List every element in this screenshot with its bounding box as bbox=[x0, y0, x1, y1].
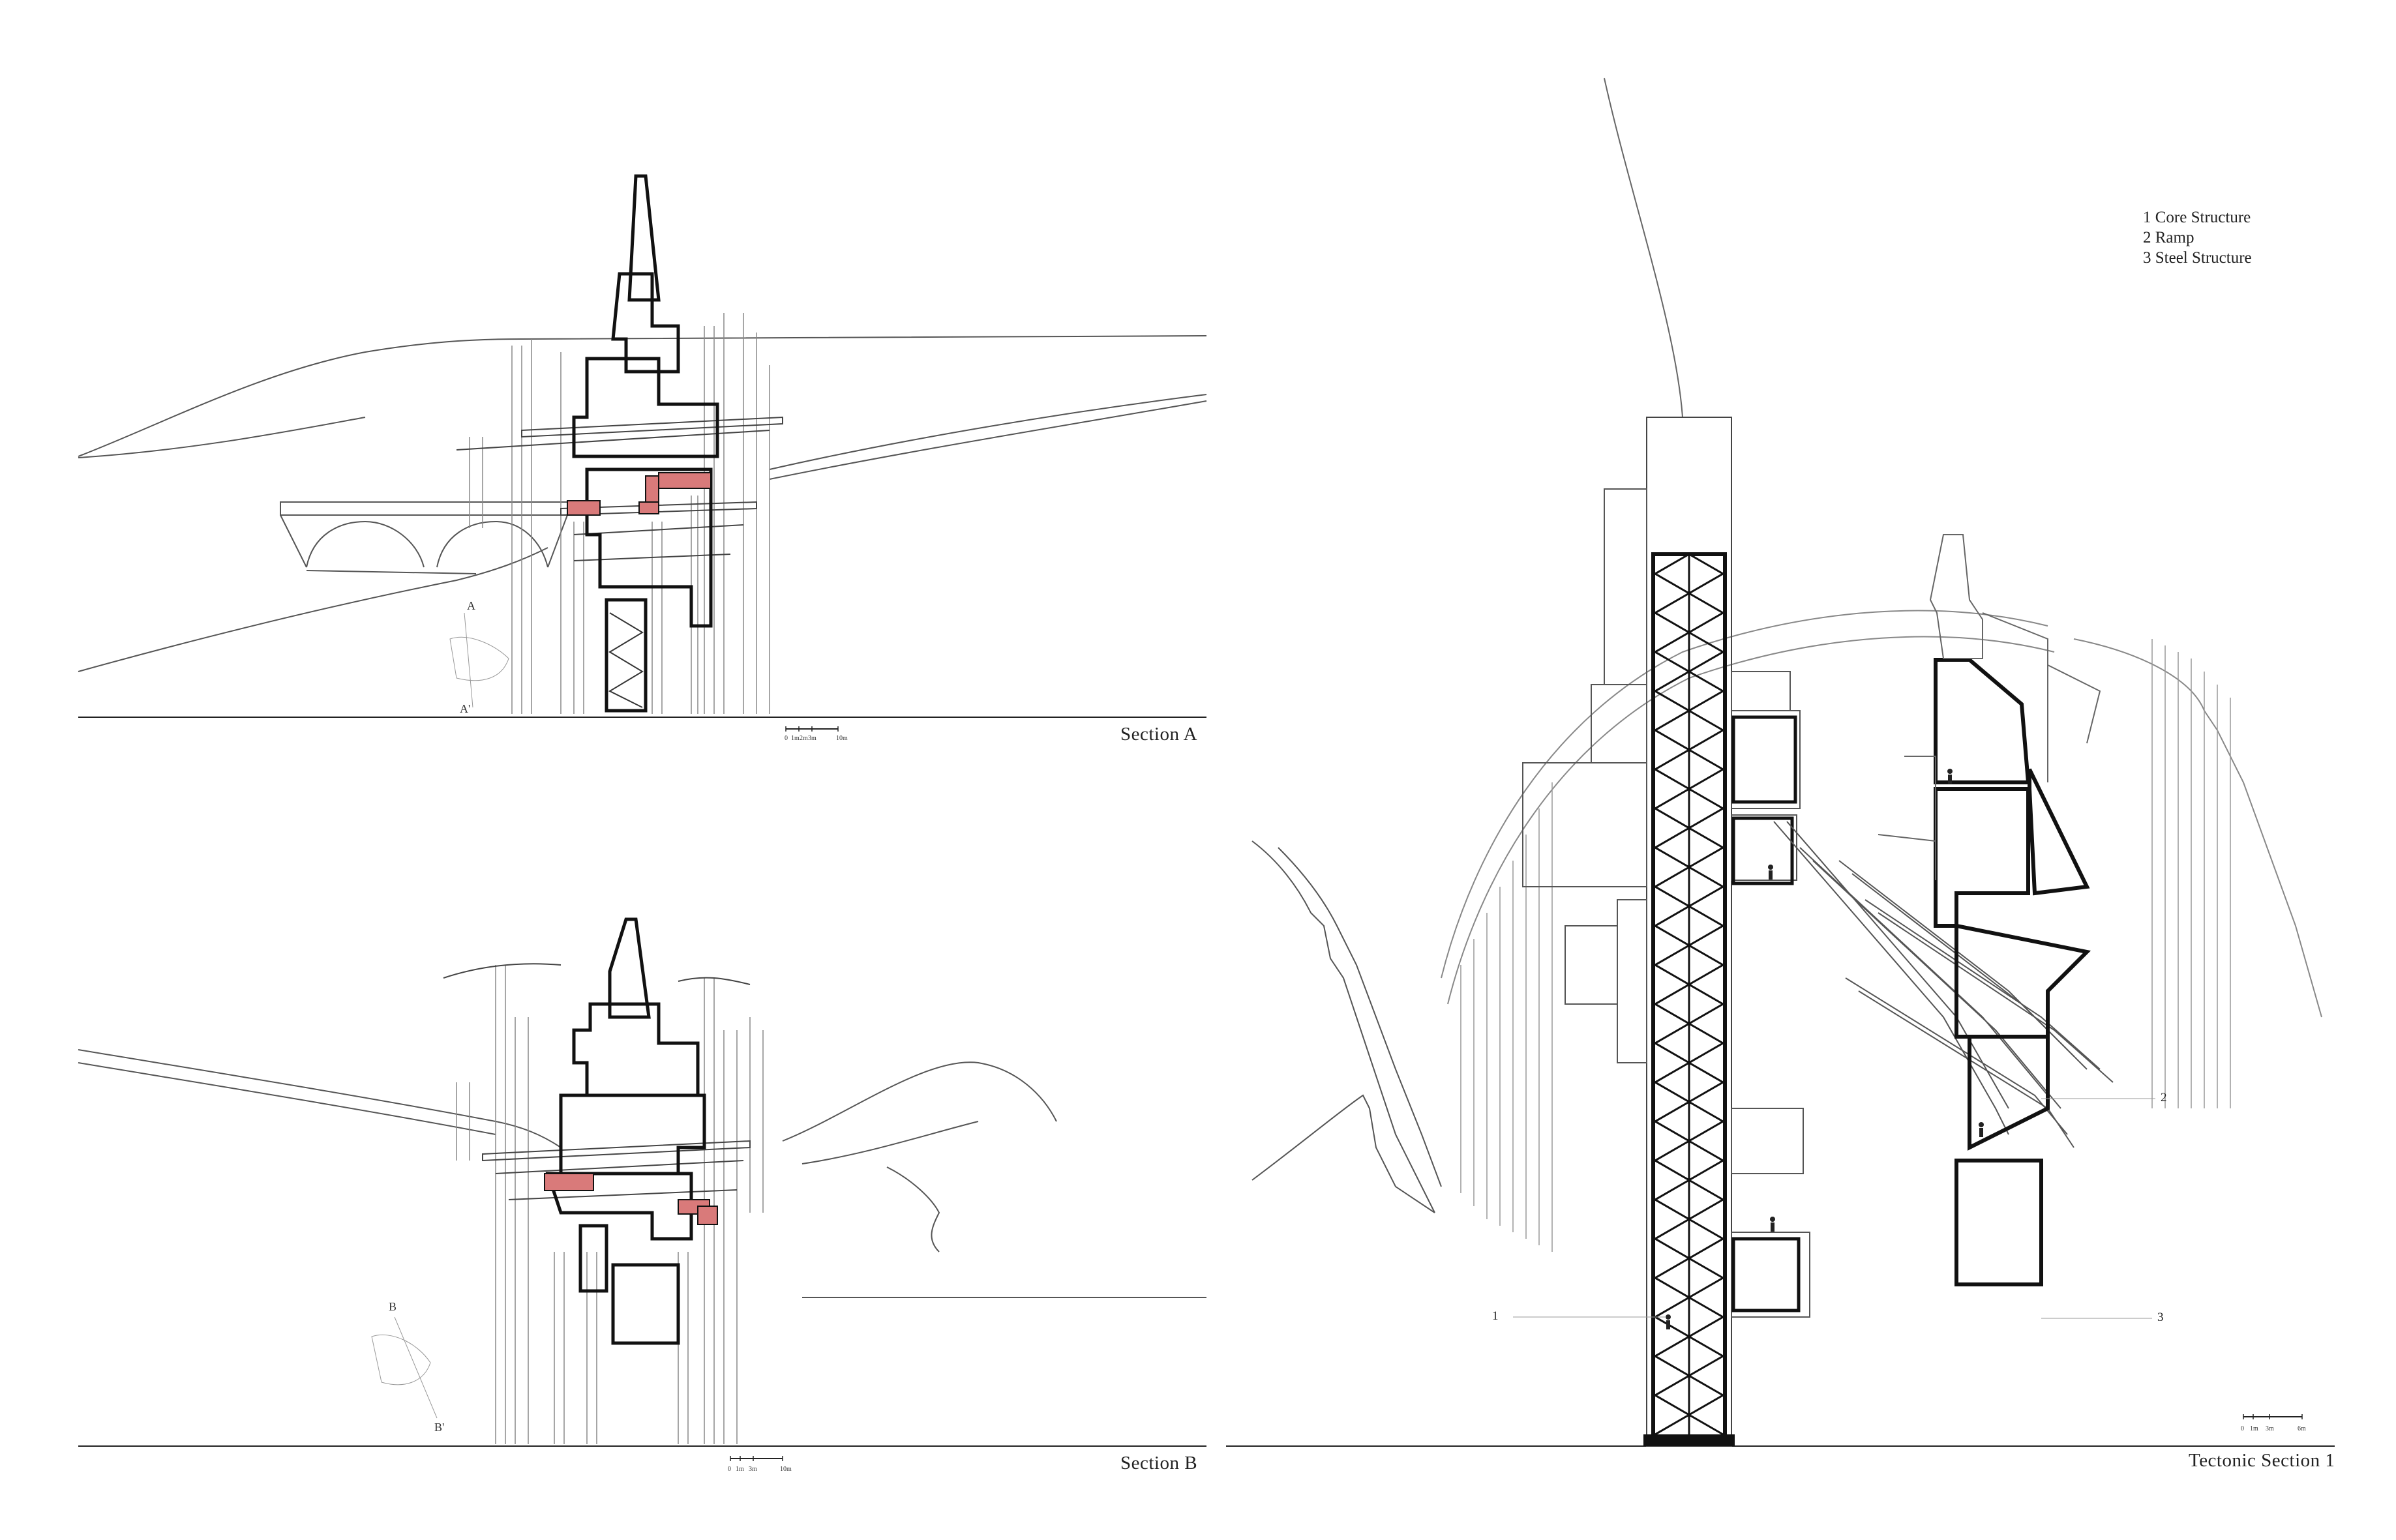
section-a-stair bbox=[608, 612, 644, 708]
tectonic-crane-line bbox=[1604, 78, 1683, 418]
tectonic-tower-outline bbox=[1878, 534, 2101, 880]
section-a-mark-bottom: A' bbox=[460, 702, 470, 715]
svg-text:0: 0 bbox=[2241, 1425, 2244, 1432]
section-b-svg: 0 1m 3m 10m B B' bbox=[78, 917, 1206, 1473]
callout-3: 3 bbox=[2157, 1310, 2164, 1324]
legend-item-ramp: 2 Ramp bbox=[2143, 229, 2194, 246]
svg-text:0: 0 bbox=[728, 1466, 731, 1473]
section-a-keyplan bbox=[449, 612, 509, 708]
svg-text:3m: 3m bbox=[808, 735, 816, 742]
tectonic-scale-bar: 0 1m 3m 6m bbox=[2241, 1414, 2306, 1432]
callout-1: 1 bbox=[1492, 1309, 1499, 1323]
tectonic-cliff bbox=[1251, 840, 1442, 1213]
tectonic-steel-verticals bbox=[1460, 639, 2231, 1252]
section-b-mark-top: B bbox=[389, 1300, 397, 1313]
section-a-scale-bar: 0 1m 2m 3m 10m bbox=[785, 726, 848, 742]
legend-item-core: 1 Core Structure bbox=[2143, 209, 2251, 226]
tectonic-outer-ring bbox=[1441, 610, 2322, 1018]
legend-item-steel: 3 Steel Structure bbox=[2143, 249, 2252, 267]
svg-text:1m: 1m bbox=[2250, 1425, 2258, 1432]
section-b-mark-bottom: B' bbox=[434, 1421, 444, 1434]
svg-text:0: 0 bbox=[785, 735, 788, 742]
section-a-ramps bbox=[456, 416, 783, 561]
section-b-core bbox=[545, 917, 706, 1345]
section-a-svg: 0 1m 2m 3m 10m A A' bbox=[78, 174, 1207, 742]
tectonic-leaders bbox=[1513, 1098, 2155, 1319]
section-a-mark-top: A bbox=[467, 599, 475, 612]
core-truss-left bbox=[1653, 553, 1692, 1436]
tectonic-core bbox=[1643, 417, 1735, 1447]
callout-2: 2 bbox=[2161, 1091, 2167, 1104]
svg-text:3m: 3m bbox=[749, 1466, 757, 1473]
svg-text:1m: 1m bbox=[791, 735, 800, 742]
svg-text:3m: 3m bbox=[2266, 1425, 2274, 1432]
section-b-keyplan bbox=[371, 1316, 438, 1419]
tectonic-tower-units bbox=[1934, 658, 2091, 1286]
core-truss bbox=[1686, 553, 1726, 1436]
tectonic-section-title: Tectonic Section 1 bbox=[2189, 1450, 2335, 1471]
section-b-scale-bar: 0 1m 3m 10m bbox=[728, 1456, 792, 1473]
section-a-drawing: 0 1m 2m 3m 10m A A' Section A bbox=[0, 0, 1226, 756]
svg-text:2m: 2m bbox=[800, 735, 808, 742]
section-a-highlights bbox=[567, 472, 711, 516]
section-b-columns bbox=[456, 965, 764, 1444]
svg-text:6m: 6m bbox=[2298, 1425, 2306, 1432]
section-b-title: Section B bbox=[1120, 1453, 1198, 1473]
legend: 1 Core Structure 2 Ramp 3 Steel Structur… bbox=[2143, 207, 2252, 268]
section-a-core bbox=[572, 174, 719, 713]
svg-text:10m: 10m bbox=[836, 735, 848, 742]
section-a-title: Section A bbox=[1120, 724, 1198, 745]
section-b-drawing: 0 1m 3m 10m B B' Section B bbox=[0, 756, 1226, 1539]
svg-text:10m: 10m bbox=[780, 1466, 792, 1473]
svg-text:1m: 1m bbox=[736, 1466, 744, 1473]
tectonic-core-boxes bbox=[1731, 715, 1801, 1312]
